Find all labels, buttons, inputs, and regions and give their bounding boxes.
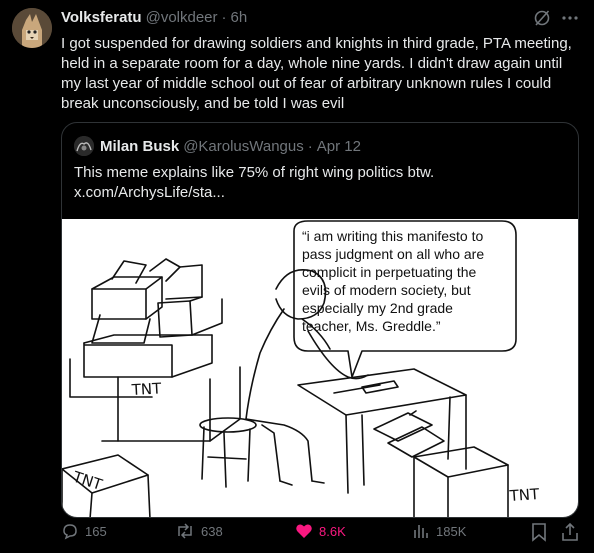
repost-icon (178, 523, 192, 539)
quote-header: Milan Busk @KarolusWangus · Apr 12 (74, 136, 361, 156)
views-button[interactable]: 185K (412, 522, 466, 540)
quoted-post[interactable]: Milan Busk @KarolusWangus · Apr 12 This … (61, 122, 579, 518)
more-icon[interactable] (560, 8, 580, 28)
bubble-line: complicit in perpetuating the (302, 264, 477, 280)
view-count: 185K (436, 523, 467, 539)
speech-bubble-text: “i am writing this manifesto to pass jud… (302, 228, 484, 334)
quote-author-avatar (74, 136, 94, 156)
post-text: I got suspended for drawing soldiers and… (61, 35, 572, 112)
action-bar: 165 638 8.6K 185K (61, 522, 583, 544)
bubble-line: evils of modern society, but (302, 282, 471, 298)
author-handle[interactable]: @volkdeer (146, 9, 218, 26)
author-avatar[interactable] (12, 8, 52, 48)
bubble-line: pass judgment on all who are (302, 246, 484, 262)
views-icon (414, 525, 428, 538)
reply-button[interactable]: 165 (61, 522, 107, 540)
tnt-label: TNT (130, 379, 162, 399)
repost-count: 638 (201, 523, 223, 539)
tweet: Volksferatu @volkdeer · 6h I got suspend… (0, 0, 594, 553)
like-button[interactable]: 8.6K (295, 522, 346, 540)
bubble-line: teacher, Ms. Greddle.” (302, 318, 441, 334)
bubble-line: especially my 2nd grade (302, 300, 453, 316)
like-icon (296, 524, 312, 538)
grok-icon[interactable] (532, 8, 552, 28)
quote-date: Apr 12 (316, 137, 361, 155)
post-header: Volksferatu @volkdeer · 6h (61, 9, 247, 26)
tnt-label: TNT (70, 467, 105, 494)
repost-button[interactable]: 638 (175, 522, 223, 540)
bubble-line: “i am writing this manifesto to (302, 228, 483, 244)
quote-author-name: Milan Busk (100, 137, 180, 155)
post-time[interactable]: 6h (231, 9, 248, 26)
reply-icon (63, 524, 77, 540)
header-separator: · (221, 9, 227, 26)
quote-author-handle: @KarolusWangus (183, 137, 304, 155)
quote-text: This meme explains like 75% of right win… (74, 164, 435, 201)
comic-image[interactable]: “i am writing this manifesto to pass jud… (62, 219, 578, 517)
share-icon[interactable] (561, 522, 579, 542)
bookmark-icon[interactable] (530, 522, 548, 542)
like-count: 8.6K (319, 523, 346, 539)
tnt-label: TNT (508, 485, 541, 505)
reply-count: 165 (85, 523, 107, 539)
author-name[interactable]: Volksferatu (61, 9, 142, 26)
quote-header-separator: · (307, 137, 313, 155)
